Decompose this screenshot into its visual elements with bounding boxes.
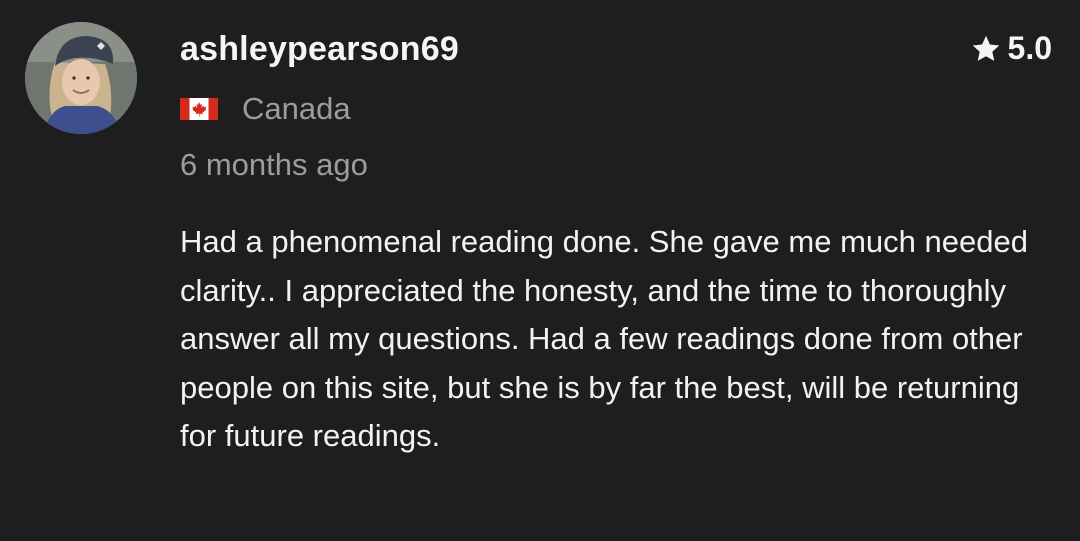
avatar-photo: [25, 22, 137, 134]
review-text: Had a phenomenal reading done. She gave …: [180, 224, 1028, 453]
canada-flag-icon: [180, 98, 218, 120]
review-timestamp: 6 months ago: [180, 147, 368, 182]
country-name: Canada: [242, 91, 351, 126]
avatar[interactable]: [25, 22, 137, 134]
country: Canada: [180, 91, 351, 127]
rating-value: 5.0: [1007, 30, 1052, 66]
review-card: ashleypearson69 5.0 Canada 6 months ago …: [0, 0, 1080, 541]
username[interactable]: ashleypearson69: [180, 30, 459, 69]
star-icon: [972, 35, 999, 61]
rating: 5.0: [970, 30, 1052, 67]
